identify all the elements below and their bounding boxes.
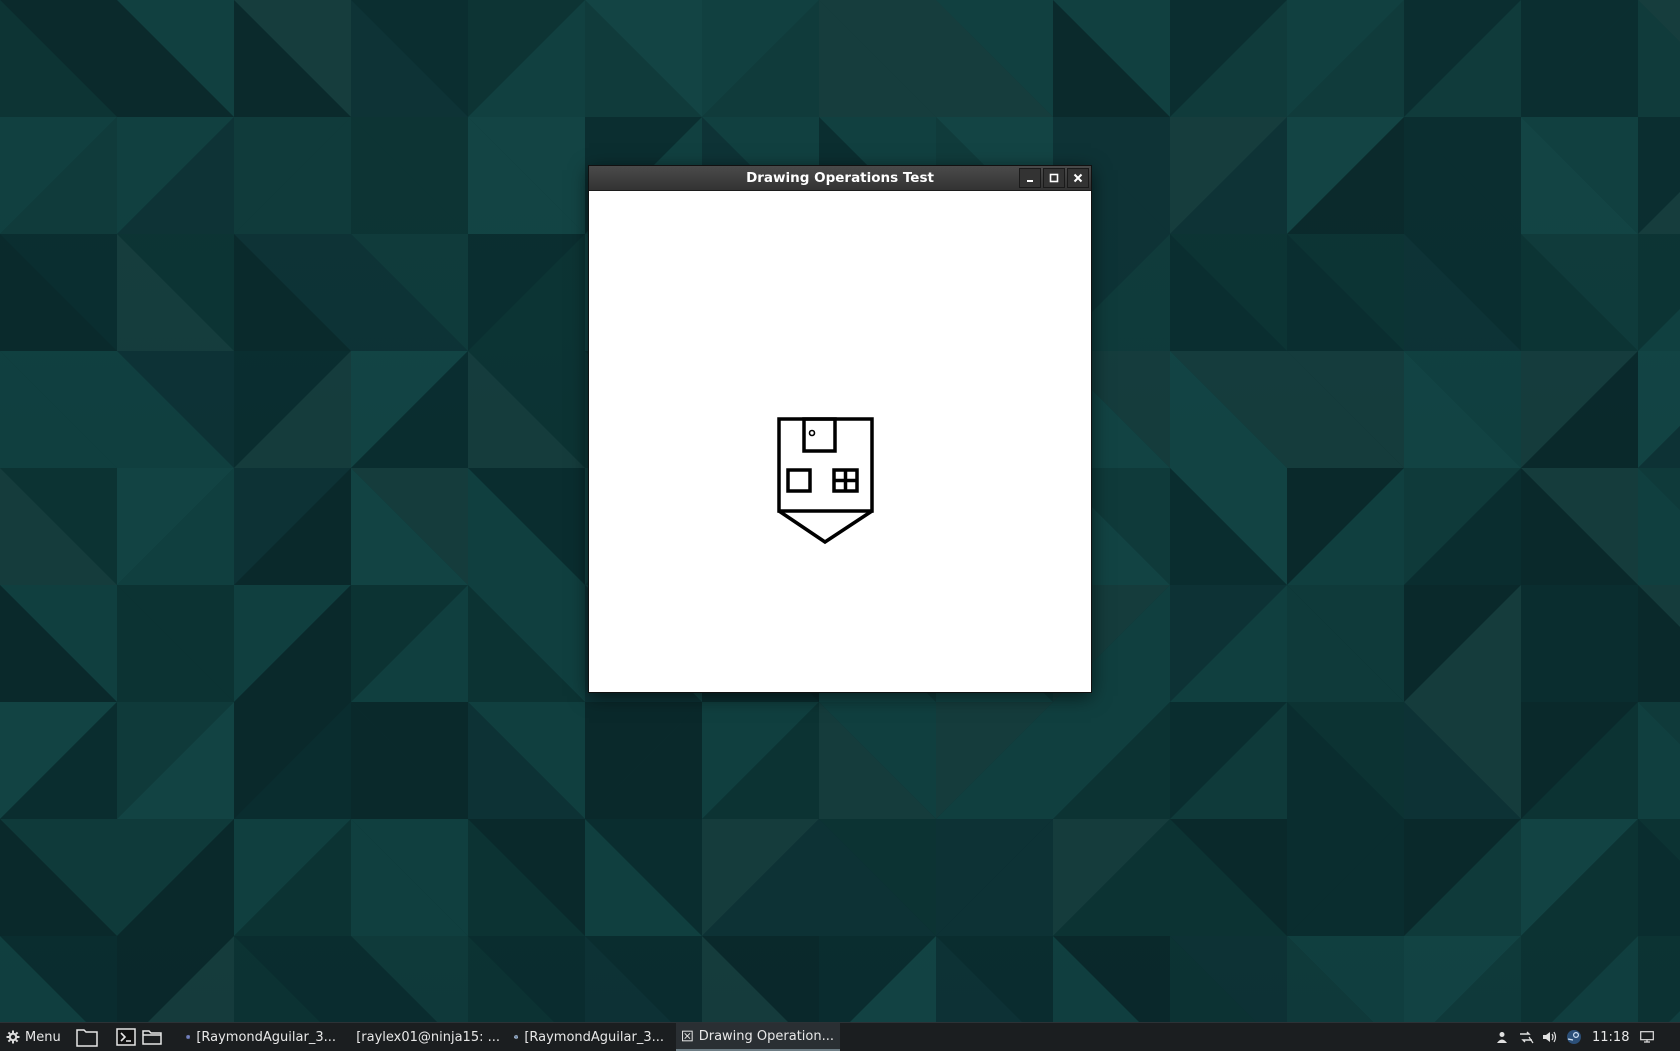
show-desktop-button[interactable] [1635, 1023, 1659, 1051]
close-button[interactable] [1067, 168, 1089, 188]
task-terminal[interactable]: [raylex01@ninja15: ... [344, 1023, 506, 1051]
window-titlebar[interactable]: Drawing Operations Test [589, 166, 1091, 191]
task-label: Drawing Operation... [699, 1029, 834, 1044]
house-roof-point [779, 511, 872, 542]
app-globe-icon [186, 1030, 190, 1044]
maximize-button[interactable] [1043, 168, 1065, 188]
menu-button[interactable]: Menu [6, 1023, 61, 1051]
task-label: [RaymondAguilar_3... [196, 1030, 336, 1045]
house-door [804, 419, 835, 451]
taskbar: Menu [RaymondAguilar_3... [raylex01@ninj… [0, 1022, 1680, 1051]
house-body [779, 419, 872, 511]
close-icon [1073, 173, 1083, 183]
network-icon [1518, 1030, 1534, 1044]
package-icon [514, 1030, 518, 1044]
folder-icon [142, 1028, 162, 1046]
files-icon [76, 1027, 98, 1047]
task-raymond-1[interactable]: [RaymondAguilar_3... [180, 1023, 342, 1051]
steam-tray[interactable] [1562, 1023, 1586, 1051]
folder-launcher[interactable] [140, 1025, 164, 1049]
steam-icon [1566, 1029, 1582, 1045]
drawing-canvas[interactable] [589, 191, 1091, 692]
user-icon [1496, 1031, 1508, 1043]
maximize-icon [1049, 173, 1059, 183]
window-app-icon [682, 1029, 693, 1043]
volume-tray[interactable] [1538, 1023, 1562, 1051]
user-tray[interactable] [1490, 1023, 1514, 1051]
task-label: [RaymondAguilar_3... [524, 1030, 664, 1045]
task-raymond-2[interactable]: [RaymondAguilar_3... [508, 1023, 670, 1051]
task-drawing-operations[interactable]: Drawing Operation... [676, 1023, 840, 1051]
minimize-icon [1025, 173, 1035, 183]
terminal-launcher[interactable] [114, 1025, 138, 1049]
menu-label: Menu [25, 1030, 61, 1045]
house-drawing [589, 191, 1091, 692]
gear-icon [6, 1030, 20, 1044]
door-knob [810, 431, 815, 436]
terminal-icon [116, 1028, 136, 1046]
show-desktop-icon [1640, 1031, 1654, 1043]
house-window-left [788, 470, 810, 491]
files-launcher[interactable] [75, 1025, 99, 1049]
window-title: Drawing Operations Test [589, 166, 1091, 190]
clock[interactable]: 11:18 [1586, 1030, 1635, 1045]
task-label: [raylex01@ninja15: ... [356, 1030, 500, 1045]
network-tray[interactable] [1514, 1023, 1538, 1051]
window-controls [1019, 168, 1089, 188]
volume-icon [1542, 1030, 1558, 1044]
minimize-button[interactable] [1019, 168, 1041, 188]
system-tray: 11:18 [1490, 1023, 1659, 1051]
window-cross [834, 470, 857, 491]
drawing-window[interactable]: Drawing Operations Test [589, 166, 1091, 692]
wallpaper-triangle [1638, 936, 1680, 1022]
